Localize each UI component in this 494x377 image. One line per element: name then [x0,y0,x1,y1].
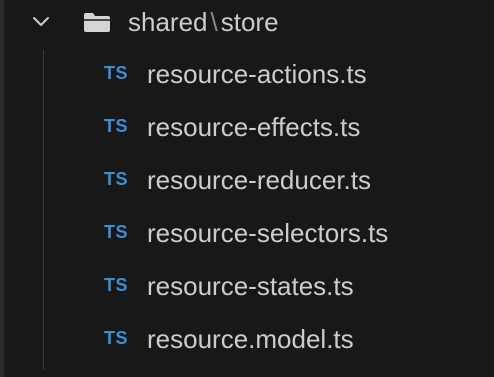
folder-open-icon [84,13,110,32]
typescript-file-icon: TS [104,222,129,242]
file-item-resource-actions[interactable]: TS resource-actions.ts [0,50,494,102]
file-name: resource-states.ts [147,271,354,301]
file-name: resource-reducer.ts [147,165,371,195]
typescript-file-icon: TS [104,116,129,136]
typescript-file-icon: TS [104,169,129,189]
file-name: resource-actions.ts [147,59,367,89]
chevron-down-icon[interactable] [31,12,51,32]
folder-row-shared-store[interactable]: shared \ store [0,0,494,48]
path-separator: \ [210,7,218,37]
folder-name-part-store: store [220,7,279,37]
file-explorer: shared \ store TS resource-actions.ts TS r… [0,0,494,377]
file-name: resource.model.ts [147,324,354,354]
file-item-resource-reducer[interactable]: TS resource-reducer.ts [0,156,494,208]
typescript-file-icon: TS [104,275,129,295]
file-item-resource-states[interactable]: TS resource-states.ts [0,262,494,314]
folder-name-part-shared: shared [128,7,208,37]
file-item-resource-effects[interactable]: TS resource-effects.ts [0,103,494,155]
typescript-file-icon: TS [104,328,129,348]
folder-name: shared \ store [128,2,279,42]
file-name: resource-effects.ts [147,112,361,142]
file-item-resource-model[interactable]: TS resource.model.ts [0,315,494,367]
typescript-file-icon: TS [104,63,129,83]
file-name: resource-selectors.ts [147,218,389,248]
file-item-resource-selectors[interactable]: TS resource-selectors.ts [0,209,494,261]
